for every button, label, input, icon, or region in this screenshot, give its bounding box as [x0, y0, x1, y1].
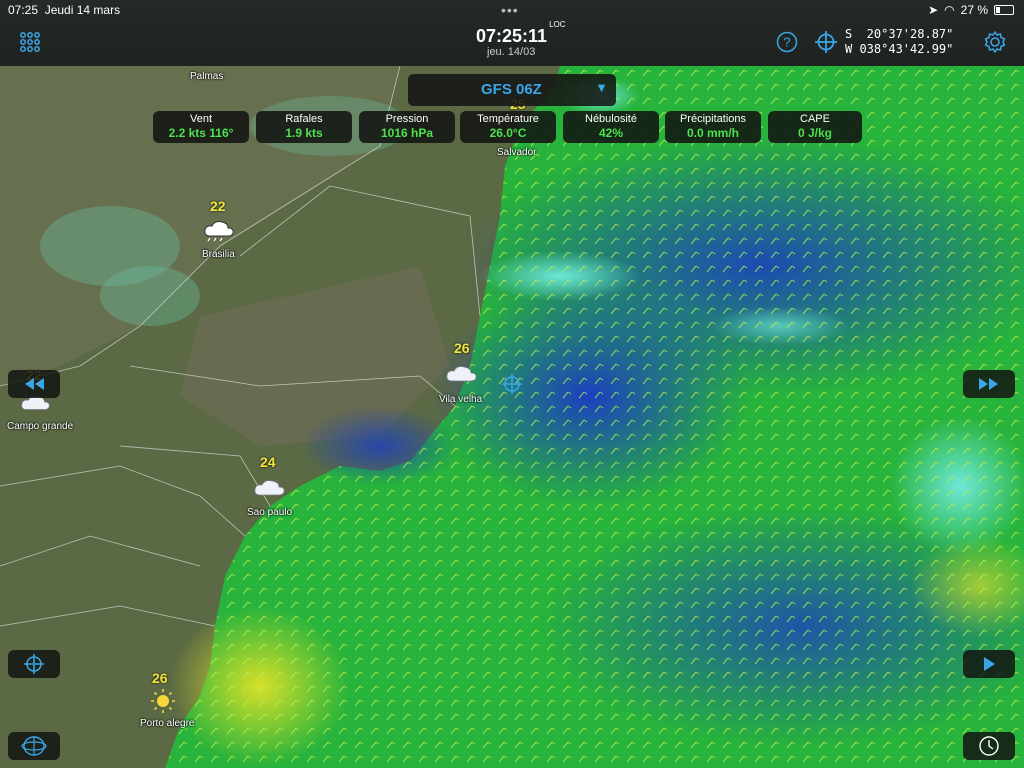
- city-label: Palmas: [190, 71, 224, 82]
- clock-time: 07:25:11: [476, 26, 548, 46]
- panel-value: 42%: [598, 126, 624, 140]
- panel-label: Précipitations: [679, 113, 747, 125]
- city-label: Porto alegre: [140, 718, 195, 729]
- settings-icon[interactable]: [983, 30, 1007, 54]
- panel-label: Rafales: [285, 113, 323, 125]
- panel-cloud-cover[interactable]: Nébulosité 42%: [563, 111, 659, 143]
- crosshair-icon[interactable]: [815, 31, 837, 53]
- fast-forward-icon: [979, 378, 998, 390]
- sun-icon: [151, 689, 175, 713]
- crosshair-icon: [24, 654, 44, 674]
- panel-value: 0 J/kg: [797, 126, 833, 140]
- panel-precipitation[interactable]: Précipitations 0.0 mm/h: [665, 111, 761, 143]
- city-label: Campo grande: [7, 421, 74, 432]
- clock-suffix: LOC: [549, 20, 566, 29]
- city-label: Brasilia: [202, 249, 235, 260]
- panel-label: Température: [477, 113, 539, 125]
- position-crosshair-icon: [502, 374, 522, 394]
- app-screen: 07:25 Jeudi 14 mars ➤ ◠ 27 % ••• 07:25:1…: [0, 0, 1024, 768]
- city-temperature: 26: [152, 670, 168, 686]
- clock-date: jeu. 14/03: [487, 46, 536, 58]
- city-label: Sao paulo: [247, 507, 293, 518]
- panel-label: CAPE: [800, 113, 830, 125]
- panel-value: 1016 hPa: [380, 126, 434, 140]
- panel-wind[interactable]: Vent 2.2 kts 116°: [153, 111, 249, 143]
- latitude: S 20°37'28.87": [845, 27, 954, 41]
- city-temperature: 22: [210, 198, 226, 214]
- clock: 07:25:11LOC: [476, 20, 566, 47]
- panel-value: 2.2 kts 116°: [168, 126, 234, 140]
- wifi-icon: ◠: [944, 3, 955, 17]
- cloud-icon: [254, 480, 285, 496]
- location-icon: ➤: [928, 3, 939, 17]
- panel-value: 1.9 kts: [285, 126, 323, 140]
- globe-icon: [21, 736, 47, 756]
- panel-temperature[interactable]: Température 26.0°C: [460, 111, 556, 143]
- panel-value: 0.0 mm/h: [686, 126, 740, 140]
- globe-button[interactable]: [8, 732, 60, 760]
- help-icon[interactable]: ?: [776, 31, 798, 53]
- panel-label: Nébulosité: [585, 113, 637, 125]
- panel-label: Pression: [385, 113, 429, 125]
- panel-pressure[interactable]: Pression 1016 hPa: [359, 111, 455, 143]
- battery-icon: [994, 5, 1014, 15]
- panel-label: Vent: [189, 113, 213, 125]
- svg-text:?: ?: [783, 35, 790, 50]
- city-label: Salvador: [497, 147, 537, 158]
- weather-map[interactable]: [0, 66, 1024, 768]
- city-label: Vila velha: [439, 394, 483, 405]
- grid-icon[interactable]: [19, 31, 41, 53]
- status-bar: 07:25 Jeudi 14 mars ➤ ◠ 27 %: [0, 0, 1024, 20]
- rewind-button[interactable]: [8, 370, 60, 398]
- coordinates: S 20°37'28.87" W 038°43'42.99": [845, 27, 953, 57]
- cloud-icon: [446, 366, 477, 382]
- time-button[interactable]: [963, 732, 1015, 760]
- city-temperature: 26: [454, 340, 470, 356]
- play-button[interactable]: [963, 650, 1015, 678]
- fast-forward-button[interactable]: [963, 370, 1015, 398]
- city-temperature: 24: [260, 454, 276, 470]
- model-label: GFS 06Z: [481, 81, 542, 98]
- status-time: 07:25: [8, 3, 39, 17]
- rewind-icon: [25, 378, 44, 390]
- dropdown-triangle-icon: ▼: [595, 80, 608, 95]
- status-date: Jeudi 14 mars: [44, 3, 121, 17]
- play-icon: [984, 657, 995, 671]
- panel-value: 26.0°C: [489, 126, 527, 140]
- longitude: W 038°43'42.99": [845, 42, 954, 56]
- locate-button[interactable]: [8, 650, 60, 678]
- battery-level: 27 %: [960, 3, 988, 17]
- clock-icon: [979, 736, 999, 756]
- panel-gusts[interactable]: Rafales 1.9 kts: [256, 111, 352, 143]
- cloud-rain-icon: [204, 221, 234, 242]
- model-selector[interactable]: GFS 06Z ▼: [408, 74, 616, 106]
- panel-cape[interactable]: CAPE 0 J/kg: [768, 111, 862, 143]
